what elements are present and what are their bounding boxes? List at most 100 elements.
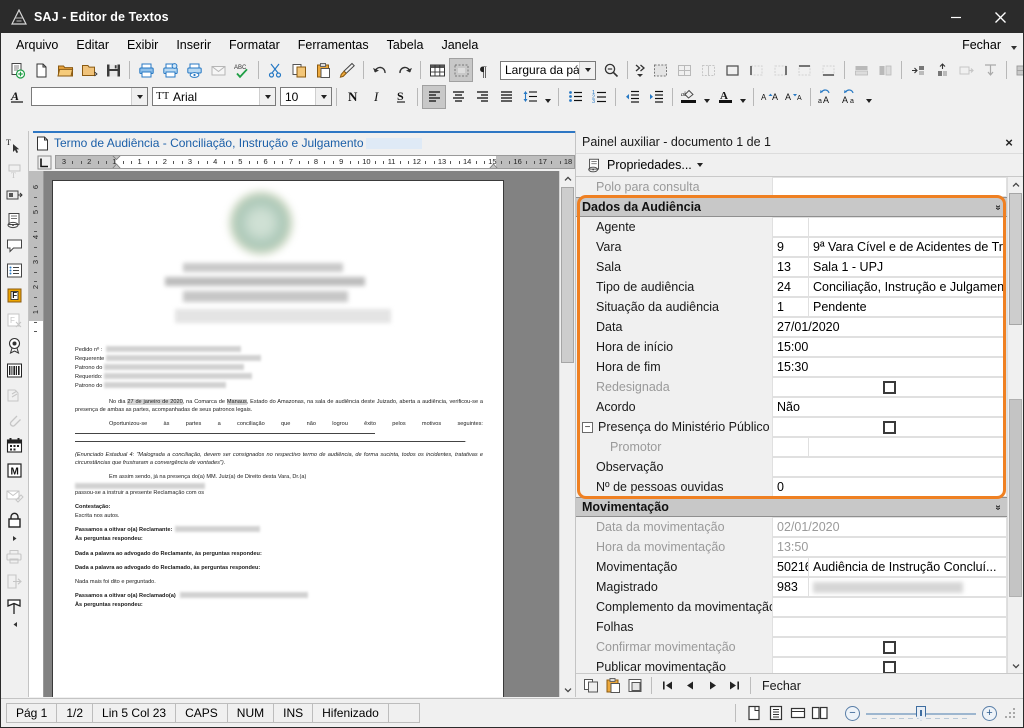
show-boundaries-button[interactable] xyxy=(449,58,473,82)
property-value-field[interactable]: Sala 1 - UPJ xyxy=(808,257,1007,277)
save-button[interactable] xyxy=(101,58,125,82)
cell-border-all-button[interactable] xyxy=(720,58,744,82)
nav-next-button[interactable] xyxy=(701,676,723,696)
property-value-field[interactable]: 13:50 xyxy=(772,537,1007,557)
property-checkbox-cell[interactable] xyxy=(772,637,1007,657)
table-shading-button[interactable] xyxy=(1011,58,1023,82)
insert-row-button[interactable] xyxy=(906,58,930,82)
copy-record-button[interactable] xyxy=(580,676,602,696)
font-size-combo[interactable]: 10 xyxy=(280,87,332,106)
delete-column-button[interactable] xyxy=(978,58,1002,82)
paragraph-style-icon-button[interactable]: A xyxy=(5,85,29,109)
menu-janela[interactable]: Janela xyxy=(432,35,487,55)
property-value-field[interactable] xyxy=(772,597,1007,617)
chevron-down-icon[interactable] xyxy=(1011,46,1017,50)
cell-border-top-button[interactable] xyxy=(792,58,816,82)
export-document-button[interactable] xyxy=(3,569,27,593)
property-value-field[interactable] xyxy=(772,177,1007,197)
insert-field-button[interactable] xyxy=(3,183,27,207)
chevron-down-icon[interactable] xyxy=(131,88,147,105)
property-row[interactable]: Hora de início 15:00 xyxy=(576,337,1007,357)
properties-button[interactable]: Propriedades... xyxy=(582,155,707,175)
paste-button[interactable] xyxy=(311,58,335,82)
zoom-out-button[interactable]: − xyxy=(845,705,860,721)
view-continuous-button[interactable] xyxy=(765,703,787,723)
property-code-field[interactable]: 50216 xyxy=(772,557,812,577)
scroll-up-button[interactable] xyxy=(560,171,575,186)
more-commands-button[interactable] xyxy=(632,58,648,82)
status-empty[interactable] xyxy=(387,703,420,723)
status-caps[interactable]: CAPS xyxy=(175,703,228,723)
status-num[interactable]: NUM xyxy=(226,703,275,723)
property-row[interactable]: Tipo de audiência 24 Conciliação, Instruçã… xyxy=(576,277,1007,297)
property-code-field[interactable] xyxy=(772,437,808,457)
insert-comment-button[interactable] xyxy=(3,233,27,257)
properties-grid-scroll[interactable]: Polo para consulta Dados da Audiência » Age… xyxy=(576,177,1007,673)
scroll-thumb[interactable] xyxy=(561,187,574,363)
remove-field-button[interactable]: F xyxy=(3,308,27,332)
attach-file-button[interactable] xyxy=(3,408,27,432)
property-row[interactable]: − Presença do Ministério Público xyxy=(576,417,1007,437)
zoom-out-tool-button[interactable] xyxy=(599,58,623,82)
bulleted-list-button[interactable] xyxy=(563,85,587,109)
movement-button[interactable]: M xyxy=(3,458,27,482)
scroll-down-button[interactable] xyxy=(560,682,575,697)
digital-signature-button[interactable] xyxy=(3,333,27,357)
align-justify-button[interactable] xyxy=(494,85,518,109)
delete-row-button[interactable] xyxy=(954,58,978,82)
menu-ferramentas[interactable]: Ferramentas xyxy=(289,35,378,55)
property-row[interactable]: Acordo Não xyxy=(576,397,1007,417)
property-value-field[interactable]: Pendente xyxy=(808,297,1007,317)
checkbox[interactable] xyxy=(883,420,896,434)
align-left-button[interactable] xyxy=(422,84,446,109)
status-page-count[interactable]: 1/2 xyxy=(56,703,94,723)
increase-font-size-button[interactable]: A A xyxy=(758,85,782,109)
duplicate-record-button[interactable] xyxy=(624,676,646,696)
property-code-field[interactable]: 13 xyxy=(772,257,808,277)
menu-inserir[interactable]: Inserir xyxy=(167,35,220,55)
chevron-down-icon[interactable] xyxy=(579,61,595,79)
font-color-button[interactable]: A xyxy=(713,85,737,109)
property-value-field[interactable]: 27/01/2020 xyxy=(772,317,1007,337)
menu-formatar[interactable]: Formatar xyxy=(220,35,289,55)
property-value-field[interactable]: 02/01/2020 xyxy=(772,517,1007,537)
insert-table-button[interactable] xyxy=(425,58,449,82)
open-model-button[interactable] xyxy=(77,58,101,82)
document-vertical-scrollbar[interactable] xyxy=(559,171,575,697)
strip-collapse-button[interactable] xyxy=(3,619,27,629)
align-center-button[interactable] xyxy=(446,85,470,109)
menu-exibir[interactable]: Exibir xyxy=(118,35,167,55)
document-canvas[interactable]: Pedido nº : Requerente Patrono do Requer… xyxy=(44,171,559,697)
property-row[interactable]: Movimentação 50216 Audiência de Instrução … xyxy=(576,557,1007,577)
menu-close-document[interactable]: Fechar xyxy=(958,35,1005,55)
decrease-indent-button[interactable] xyxy=(620,85,644,109)
property-row[interactable]: Publicar movimentação xyxy=(576,657,1007,673)
document-properties-button[interactable] xyxy=(3,208,27,232)
nav-first-button[interactable] xyxy=(657,676,679,696)
panel-scroll-thumb[interactable] xyxy=(1009,193,1022,325)
nav-last-button[interactable] xyxy=(723,676,745,696)
merge-cells-button[interactable] xyxy=(672,58,696,82)
property-row[interactable]: Data 27/01/2020 xyxy=(576,317,1007,337)
property-checkbox-cell[interactable] xyxy=(772,657,1007,673)
menu-tabela[interactable]: Tabela xyxy=(378,35,433,55)
text-frame-button[interactable]: T xyxy=(3,158,27,182)
property-value-field[interactable]: 9ª Vara Cível e de Acidentes de Trab... xyxy=(808,237,1007,257)
cell-border-right-button[interactable] xyxy=(768,58,792,82)
zoom-slider[interactable] xyxy=(866,705,976,721)
zoom-level-combo[interactable]: Largura da págin xyxy=(500,60,596,80)
underline-button[interactable]: S xyxy=(389,85,413,109)
send-notification-button[interactable] xyxy=(3,483,27,507)
property-value-field[interactable] xyxy=(808,577,1007,597)
property-row[interactable]: Agente xyxy=(576,217,1007,237)
section-collapse-icon[interactable]: » xyxy=(993,504,1004,510)
checkbox[interactable] xyxy=(883,660,896,673)
property-row[interactable]: Magistrado 983 xyxy=(576,577,1007,597)
menu-arquivo[interactable]: Arquivo xyxy=(7,35,67,55)
panel-scroll-up-button[interactable] xyxy=(1008,177,1023,192)
line-spacing-dropdown[interactable] xyxy=(542,86,554,108)
open-document-button[interactable] xyxy=(53,58,77,82)
property-row[interactable]: Situação da audiência 1 Pendente xyxy=(576,297,1007,317)
property-row[interactable]: Complemento da movimentação xyxy=(576,597,1007,617)
close-panel-button[interactable]: × xyxy=(1001,134,1017,150)
